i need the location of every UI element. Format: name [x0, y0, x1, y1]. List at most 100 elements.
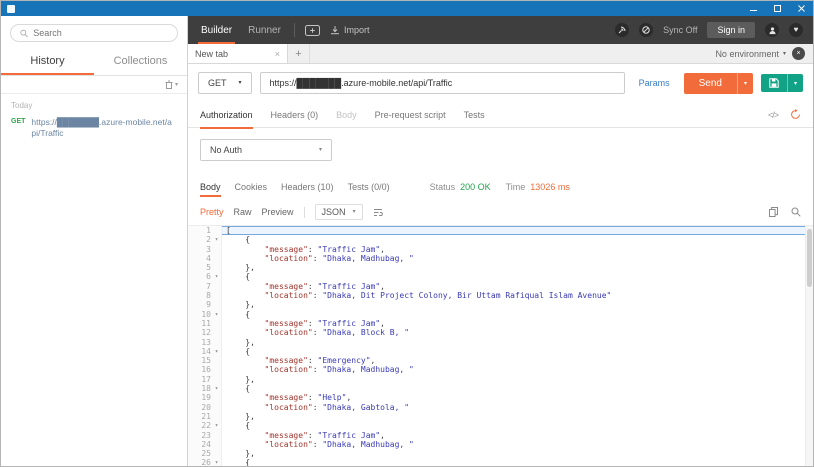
search-input[interactable]: [33, 28, 168, 38]
status-label: Status: [429, 182, 456, 192]
response-editor[interactable]: 1[2 ▾ {3 "message": "Traffic Jam", 4 "loca…: [188, 225, 813, 466]
sidebar-tabs: History Collections: [1, 49, 187, 76]
line-gutter: 1: [188, 226, 222, 236]
code-line: 23 "message": "Traffic Jam",: [188, 430, 813, 440]
line-gutter: 6 ▾: [188, 272, 222, 282]
sidebar-toolbar: ▾: [1, 76, 187, 94]
add-tab-button[interactable]: +: [288, 44, 310, 63]
new-window-button[interactable]: [304, 24, 320, 36]
app-body: History Collections ▾ Today GET https://…: [1, 16, 813, 466]
tab-request-headers[interactable]: Headers (0): [271, 102, 319, 128]
maximize-button[interactable]: [765, 1, 789, 16]
sign-in-button[interactable]: Sign in: [707, 22, 755, 38]
request-bar: GET ▾ https://███████.azure-mobile.net/a…: [188, 64, 813, 102]
tab-collections[interactable]: Collections: [94, 49, 187, 75]
search-icon: [791, 207, 801, 217]
tab-request-body[interactable]: Body: [336, 102, 357, 128]
auth-type-select[interactable]: No Auth ▾: [200, 139, 332, 161]
wrap-text-icon: [373, 208, 383, 216]
tab-close-icon[interactable]: ×: [275, 49, 280, 59]
fold-toggle-icon[interactable]: ▾: [212, 347, 221, 356]
generate-code-button[interactable]: </>: [768, 110, 779, 120]
send-button[interactable]: Send ▾: [683, 72, 753, 94]
editor-scrollbar[interactable]: [805, 226, 813, 466]
line-gutter: 12: [188, 328, 222, 338]
search-wrap: [1, 16, 187, 49]
view-preview-button[interactable]: Preview: [262, 207, 294, 217]
chevron-down-icon: ▾: [174, 81, 178, 88]
params-button[interactable]: Params: [633, 78, 676, 88]
code-line: 25 },: [188, 449, 813, 459]
code-line: 5 },: [188, 263, 813, 273]
tab-runner[interactable]: Runner: [245, 16, 284, 44]
line-gutter: 17: [188, 374, 222, 385]
code-line: 22 ▾ {: [188, 421, 813, 431]
save-button[interactable]: ▾: [760, 74, 803, 92]
fold-toggle-icon[interactable]: ▾: [212, 421, 221, 430]
fold-toggle-icon[interactable]: ▾: [212, 384, 221, 393]
response-meta: Status 200 OK Time 13026 ms: [430, 182, 570, 192]
sync-status-label: Sync Off: [663, 25, 698, 35]
tab-history[interactable]: History: [1, 49, 94, 75]
minimize-button[interactable]: [741, 1, 765, 16]
fold-toggle-icon[interactable]: ▾: [212, 458, 221, 466]
line-gutter: 3: [188, 244, 222, 254]
line-gutter: 10 ▾: [188, 309, 222, 319]
copy-response-button[interactable]: [769, 207, 778, 217]
method-select[interactable]: GET ▾: [198, 72, 252, 94]
wrap-text-button[interactable]: [373, 208, 383, 217]
view-pretty-button[interactable]: Pretty: [200, 207, 224, 217]
tab-tests[interactable]: Tests: [464, 102, 485, 128]
code-line: 13 },: [188, 337, 813, 347]
tab-response-cookies[interactable]: Cookies: [235, 174, 268, 200]
environment-quick-look-button[interactable]: ×: [792, 47, 805, 60]
code-line: 7 "message": "Traffic Jam",: [188, 281, 813, 292]
code-line: 4 "location": "Dhaka, Madhubag, ": [188, 253, 813, 264]
tab-builder[interactable]: Builder: [198, 16, 236, 44]
line-gutter: 7: [188, 281, 222, 292]
account-button[interactable]: [765, 23, 779, 37]
history-item[interactable]: GET https://███████.azure-mobile.net/api…: [1, 114, 187, 142]
format-select[interactable]: JSON ▾: [314, 204, 363, 220]
code-line: 3 "message": "Traffic Jam",: [188, 244, 813, 254]
reset-icon: [791, 109, 800, 119]
favorites-button[interactable]: ♥: [789, 23, 803, 37]
code-line: 6 ▾ {: [188, 272, 813, 282]
history-method-label: GET: [11, 118, 26, 125]
main-panel: Builder Runner Import Sync Off Sign in ♥…: [188, 16, 813, 466]
line-gutter: 15: [188, 356, 222, 366]
tab-pre-request-script[interactable]: Pre-request script: [375, 102, 446, 128]
fold-toggle-icon[interactable]: ▾: [212, 310, 221, 319]
tab-response-headers[interactable]: Headers (10): [281, 174, 334, 200]
send-options-button[interactable]: ▾: [736, 72, 753, 94]
search-response-button[interactable]: [791, 207, 801, 217]
import-button[interactable]: Import: [330, 25, 369, 35]
reset-button[interactable]: [790, 109, 801, 120]
tab-response-body[interactable]: Body: [200, 174, 221, 200]
editor-scrollbar-thumb[interactable]: [807, 229, 812, 287]
code-line: 18 ▾ {: [188, 384, 813, 394]
close-button[interactable]: [789, 1, 813, 16]
line-gutter: 18 ▾: [188, 384, 222, 394]
sync-status-button[interactable]: [615, 23, 630, 37]
fold-toggle-icon[interactable]: ▾: [212, 235, 221, 244]
clear-history-button[interactable]: ▾: [165, 80, 178, 89]
code-line: 21 },: [188, 411, 813, 422]
tab-response-tests[interactable]: Tests (0/0): [348, 174, 390, 200]
view-raw-button[interactable]: Raw: [234, 207, 252, 217]
line-gutter: 5: [188, 263, 222, 273]
sync-off-button[interactable]: [639, 23, 654, 37]
app-icon: [7, 4, 15, 13]
satellite-icon: [618, 26, 626, 34]
save-options-button[interactable]: ▾: [786, 74, 803, 92]
fold-toggle-icon[interactable]: ▾: [212, 272, 221, 281]
tab-authorization[interactable]: Authorization: [200, 102, 253, 129]
search-box[interactable]: [10, 24, 178, 42]
environment-selector[interactable]: No environment ▾: [715, 49, 786, 59]
url-input[interactable]: https://███████.azure-mobile.net/api/Tra…: [259, 72, 625, 94]
response-tabs: Body Cookies Headers (10) Tests (0/0) St…: [188, 174, 813, 200]
minimize-icon: [749, 10, 757, 11]
code-line: 8 "location": "Dhaka, Dit Project Colony…: [188, 291, 813, 301]
tab-new-tab[interactable]: New tab ×: [188, 44, 288, 63]
time-label: Time: [505, 182, 526, 192]
